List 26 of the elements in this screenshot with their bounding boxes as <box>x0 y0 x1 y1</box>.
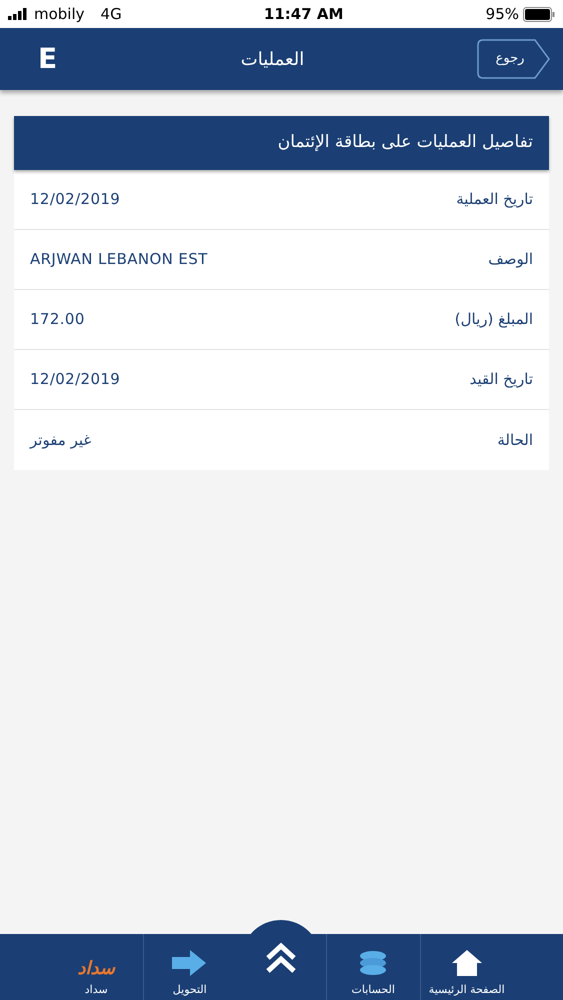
nav-tab[interactable]: سداد سداد <box>50 934 142 1000</box>
field-label: المبلغ (ريال) <box>454 309 533 330</box>
page-title: العمليات <box>240 48 304 72</box>
field-value: 12/02/2019 <box>30 189 120 210</box>
field-value: 172.00 <box>30 309 85 330</box>
back-button[interactable]: رجوع <box>477 39 551 79</box>
carrier-name: mobily <box>34 4 85 25</box>
sadad-logo: سداد <box>77 960 116 978</box>
network-type: 4G <box>100 4 122 25</box>
card-title: تفاصيل العمليات على بطاقة الإئتمان <box>278 131 533 154</box>
field-value: 12/02/2019 <box>30 369 120 390</box>
nav-tab[interactable]: الحسابات <box>326 934 420 1000</box>
battery-icon <box>523 6 555 22</box>
house-icon <box>450 948 484 978</box>
field-label: تاريخ القيد <box>470 369 533 390</box>
field-label: الوصف <box>488 249 533 270</box>
field-label: تاريخ العملية <box>456 189 533 210</box>
field-label: الحالة <box>497 430 533 451</box>
field-value: غير مفوتر <box>30 430 92 451</box>
app-logo: E <box>38 41 58 77</box>
field-value: ARJWAN LEBANON EST <box>30 249 208 270</box>
battery-percent: 95% <box>486 4 519 25</box>
clock-time: 11:47 AM <box>264 4 344 25</box>
chevrons-up-icon <box>265 942 297 974</box>
nav-tab[interactable]: الصفحة الرئيسية <box>420 934 513 1000</box>
nav-tab[interactable]: التحويل <box>142 934 236 1000</box>
